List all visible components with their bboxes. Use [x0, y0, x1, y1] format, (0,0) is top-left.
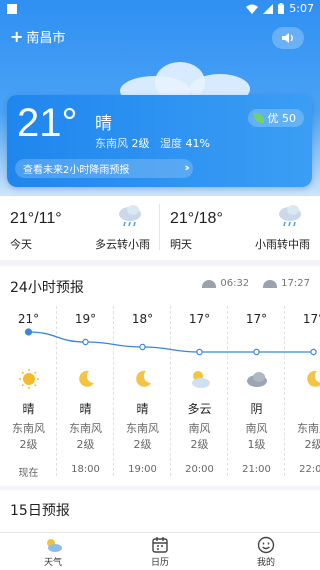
temperature-point: [253, 348, 260, 356]
humidity-value: 41%: [185, 137, 210, 150]
signal-icon: [263, 3, 274, 14]
today-summary[interactable]: 21°/11° 今天 多云转小雨: [0, 196, 160, 260]
smile-profile-icon: [257, 536, 275, 554]
bottom-nav: 天气 日历 我的: [0, 532, 320, 570]
hourly-wind-level: 2级: [133, 438, 152, 451]
hourly-time: 现在: [18, 468, 39, 479]
temperature-point: [139, 343, 146, 351]
hourly-time: 21:00: [242, 464, 271, 475]
sunset-time: 17:27: [281, 278, 310, 289]
today-temps: 21°/11°: [10, 210, 62, 227]
notification-icon: [7, 4, 17, 14]
sun-times: 06:32 17:27: [202, 278, 310, 289]
cloud-icon: [247, 372, 267, 387]
two-day-summary: 21°/11° 今天 多云转小雨 21°/18° 明天 小雨转中雨: [0, 196, 320, 260]
temperature-curve-line: [28, 331, 314, 353]
cloud-rain-icon: [119, 205, 141, 227]
clock: 5:07: [289, 2, 314, 15]
tab-weather-label: 天气: [43, 558, 62, 568]
hourly-time: 18:00: [71, 464, 100, 475]
hourly-wind: 东南风: [12, 422, 45, 435]
fifteen-day-title: 15日预报: [10, 503, 70, 519]
temperature-curve: [24, 328, 317, 356]
temperature-point: [24, 328, 33, 336]
humidity-label: 湿度: [160, 137, 182, 150]
add-city-icon[interactable]: +: [10, 28, 23, 44]
hourly-wind: 东南风: [69, 422, 102, 435]
tab-calendar[interactable]: 日历: [130, 536, 190, 568]
tab-mine-label: 我的: [256, 558, 275, 568]
tomorrow-summary[interactable]: 21°/18° 明天 小雨转中雨: [160, 196, 320, 260]
partly-cloudy-icon: [192, 371, 210, 388]
speaker-icon: [282, 33, 293, 43]
weather-icon: [47, 539, 62, 552]
tomorrow-condition: 小雨转中雨: [255, 238, 310, 251]
hourly-condition: 晴: [79, 402, 92, 416]
sunset-icon: [263, 279, 278, 288]
city-name: 南昌市: [26, 31, 66, 46]
city-selector[interactable]: + 南昌市: [10, 27, 65, 46]
hourly-wind: 东南风: [297, 422, 320, 435]
rain-forecast-label: 查看未来2小时降雨预报: [23, 165, 130, 176]
temperature-point: [82, 338, 89, 346]
hourly-condition: 晴: [22, 402, 35, 416]
hourly-wind-level: 2级: [190, 438, 209, 451]
wind-direction: 东南风: [95, 137, 128, 150]
moon-icon: [307, 370, 320, 387]
moon-icon: [79, 370, 94, 387]
tab-weather[interactable]: 天气: [23, 536, 83, 568]
tomorrow-label: 明天: [170, 238, 192, 251]
sunrise-time: 06:32: [220, 278, 250, 289]
cloud-rain-icon: [279, 205, 301, 227]
current-condition: 晴: [95, 114, 112, 134]
hourly-condition: 阴: [250, 402, 263, 416]
air-quality-badge[interactable]: 优 50: [247, 109, 304, 127]
temperature-point: [310, 348, 317, 356]
hourly-title: 24小时预报: [10, 280, 84, 296]
status-bar: 5:07: [0, 0, 320, 18]
sunrise-icon: [202, 279, 217, 288]
wifi-icon: [246, 4, 259, 14]
voice-broadcast-button[interactable]: [272, 27, 304, 49]
moon-icon: [136, 370, 151, 387]
tab-calendar-label: 日历: [150, 558, 169, 568]
today-condition: 多云转小雨: [95, 238, 150, 251]
wind-level: 2级: [131, 137, 150, 150]
aqi-value: 优 50: [267, 112, 297, 125]
hourly-condition: 多云: [187, 402, 212, 416]
hourly-time: 19:00: [128, 464, 157, 475]
hourly-wind-level: 1级: [247, 438, 266, 451]
hourly-time: 20:00: [185, 464, 214, 475]
current-wind-humidity: 东南风 2级 湿度 41%: [95, 135, 210, 151]
hourly-wind: 南风: [245, 422, 268, 435]
sun-icon: [19, 369, 39, 389]
battery-icon: [278, 3, 285, 14]
hourly-condition: 晴: [136, 402, 149, 416]
tab-mine[interactable]: 我的: [236, 536, 296, 568]
hourly-wind-level: 2级: [19, 438, 38, 451]
rain-forecast-link[interactable]: 查看未来2小时降雨预报 ››: [15, 159, 193, 178]
current-weather-card[interactable]: 21° 晴 东南风 2级 湿度 41% 优 50 查看未来2小时降雨预报 ››: [7, 95, 312, 187]
hourly-wind: 东南风: [126, 422, 159, 435]
today-label: 今天: [10, 238, 32, 251]
hourly-wind-level: 2级: [76, 438, 95, 451]
hourly-wind-level: 2级: [304, 438, 320, 451]
fifteen-day-panel[interactable]: 15日预报: [0, 490, 320, 536]
hourly-wind: 南风: [188, 422, 211, 435]
leaf-icon: [253, 113, 264, 123]
hourly-forecast-panel[interactable]: 24小时预报 06:32 17:27 21° 晴东南风 2级 现在 19° 晴东南风 2级 1…: [0, 266, 320, 486]
temperature-point: [196, 348, 203, 356]
calendar-icon: [152, 537, 168, 553]
current-temperature: 21°: [17, 101, 78, 145]
hourly-time: 22:00: [299, 464, 320, 475]
double-chevron-right-icon: ››: [184, 161, 190, 174]
tomorrow-temps: 21°/18°: [170, 210, 223, 227]
